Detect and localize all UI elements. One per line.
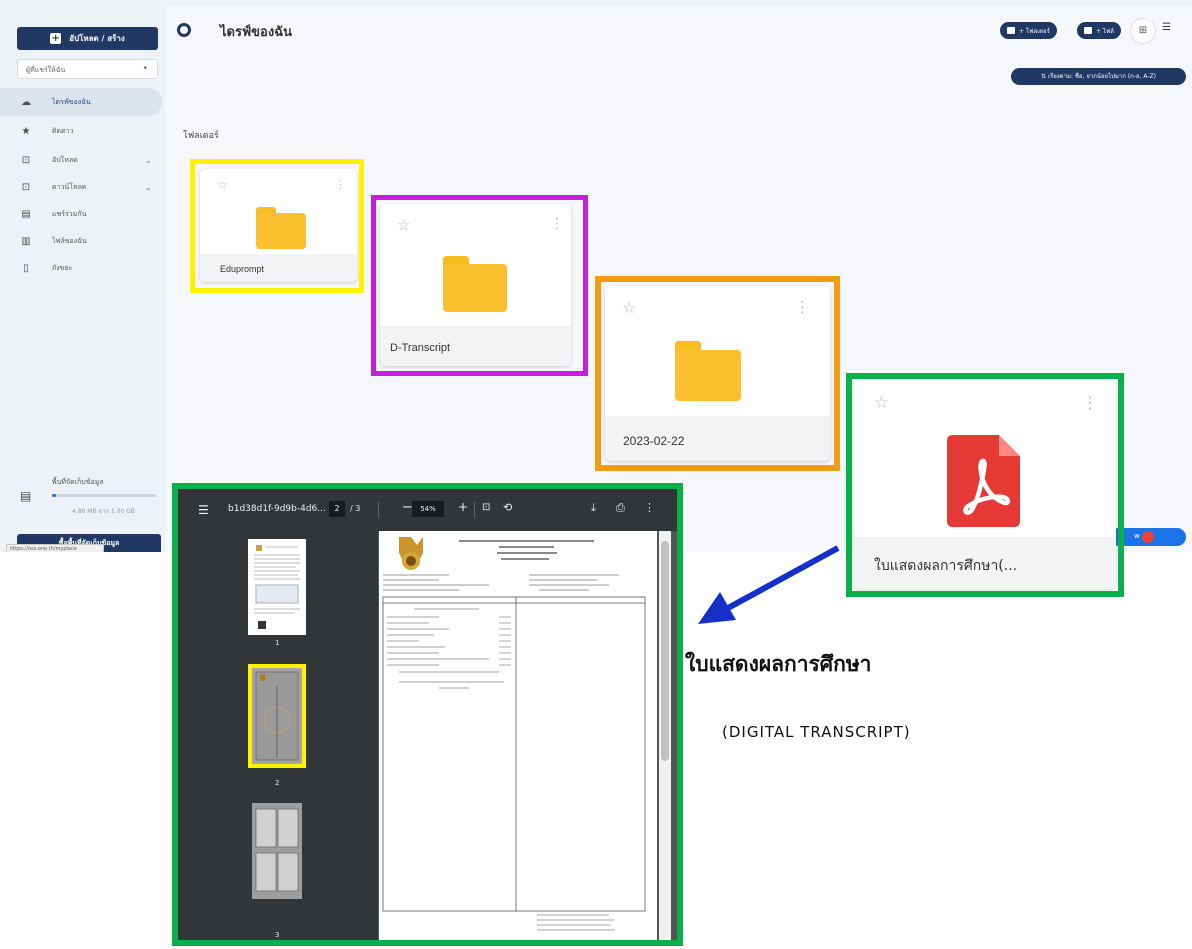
- page-title: ไดรฟ์ของฉัน: [220, 25, 292, 40]
- filter-select-value: ผู้ที่แชร์ให้ฉัน: [26, 66, 66, 74]
- sidebar-item-shared[interactable]: ▤ แชร์ร่วมกัน: [0, 200, 162, 228]
- sidebar-item-files[interactable]: ▥ ไฟล์ของฉัน: [0, 227, 162, 255]
- chevron-down-icon: ⌄: [145, 155, 152, 165]
- grid-view-icon[interactable]: ⊞: [1130, 18, 1156, 44]
- shared-icon: ▤: [21, 208, 31, 220]
- upload-icon: ⊡: [21, 154, 31, 166]
- trash-icon: ▯: [23, 262, 29, 274]
- filter-select[interactable]: ผู้ที่แชร์ให้ฉัน ▾: [17, 59, 158, 79]
- files-icon: ▥: [21, 235, 31, 247]
- download-icon: ⊡: [21, 181, 31, 193]
- sidebar-item-label: แชร์ร่วมกัน: [52, 209, 87, 218]
- sidebar-item-my-drive[interactable]: ☁ ไดรฟ์ของฉัน: [0, 88, 162, 116]
- sidebar: + อัปโหลด / สร้าง ผู้ที่แชร์ให้ฉัน ▾ ☁ ไ…: [0, 0, 165, 552]
- sidebar-item-label: ไดรฟ์ของฉัน: [52, 97, 91, 106]
- highlight-box-green-viewer: [172, 483, 683, 946]
- file-icon: [1084, 27, 1092, 34]
- storage-used: 4.86 MB จาก 1.00 GB: [72, 508, 135, 515]
- plus-icon: +: [50, 33, 62, 44]
- annotation-subtitle: (DIGITAL TRANSCRIPT): [722, 723, 911, 741]
- new-folder-button[interactable]: + โฟลเดอร์: [1000, 22, 1057, 39]
- new-folder-label: + โฟลเดอร์: [1019, 27, 1050, 35]
- arrow-icon: [698, 545, 840, 624]
- upload-create-button[interactable]: + อัปโหลด / สร้าง: [17, 27, 158, 50]
- highlight-box-green: [846, 373, 1124, 597]
- storage-label: พื้นที่จัดเก็บข้อมูล: [52, 478, 104, 486]
- highlight-box-yellow: [190, 159, 364, 293]
- list-view-icon[interactable]: ☰: [1162, 22, 1171, 33]
- sidebar-item-trash[interactable]: ▯ ถังขยะ: [0, 254, 162, 282]
- status-url: https://oss.one.th/myplace: [6, 544, 104, 552]
- sidebar-item-label: ดาวน์โหลด: [52, 182, 87, 191]
- sidebar-item-upload[interactable]: ⊡ อัปโหลด ⌄: [0, 146, 162, 174]
- sidebar-item-label: ติดดาว: [52, 126, 74, 135]
- storage-progress: [52, 494, 156, 497]
- storage-icon: ▤: [20, 489, 32, 503]
- new-file-button[interactable]: + ไฟล์: [1077, 22, 1121, 39]
- sidebar-item-label: อัปโหลด: [52, 155, 78, 164]
- highlight-box-magenta: [371, 195, 588, 376]
- chevron-down-icon: ▾: [143, 64, 147, 72]
- sort-button[interactable]: ⇅ เรียงตาม: ชื่อ, จากน้อยไปมาก (ก-ฮ, A-Z…: [1011, 68, 1186, 85]
- folders-heading: โฟลเดอร์: [183, 131, 219, 141]
- sidebar-item-label: ไฟล์ของฉัน: [52, 236, 87, 245]
- cloud-icon: [177, 23, 191, 37]
- sidebar-item-label: ถังขยะ: [52, 263, 73, 272]
- cloud-icon: ☁: [21, 96, 31, 108]
- annotation-title: ใบแสดงผลการศึกษา: [685, 652, 872, 676]
- sidebar-item-starred[interactable]: ★ ติดดาว: [0, 117, 162, 145]
- new-file-label: + ไฟล์: [1096, 27, 1114, 35]
- sidebar-item-download[interactable]: ⊡ ดาวน์โหลด ⌄: [0, 173, 162, 201]
- upload-create-label: อัปโหลด / สร้าง: [69, 34, 125, 43]
- star-icon: ★: [21, 125, 31, 137]
- chevron-down-icon: ⌄: [145, 182, 152, 192]
- folder-icon: [1007, 27, 1015, 34]
- highlight-box-orange: [595, 276, 840, 471]
